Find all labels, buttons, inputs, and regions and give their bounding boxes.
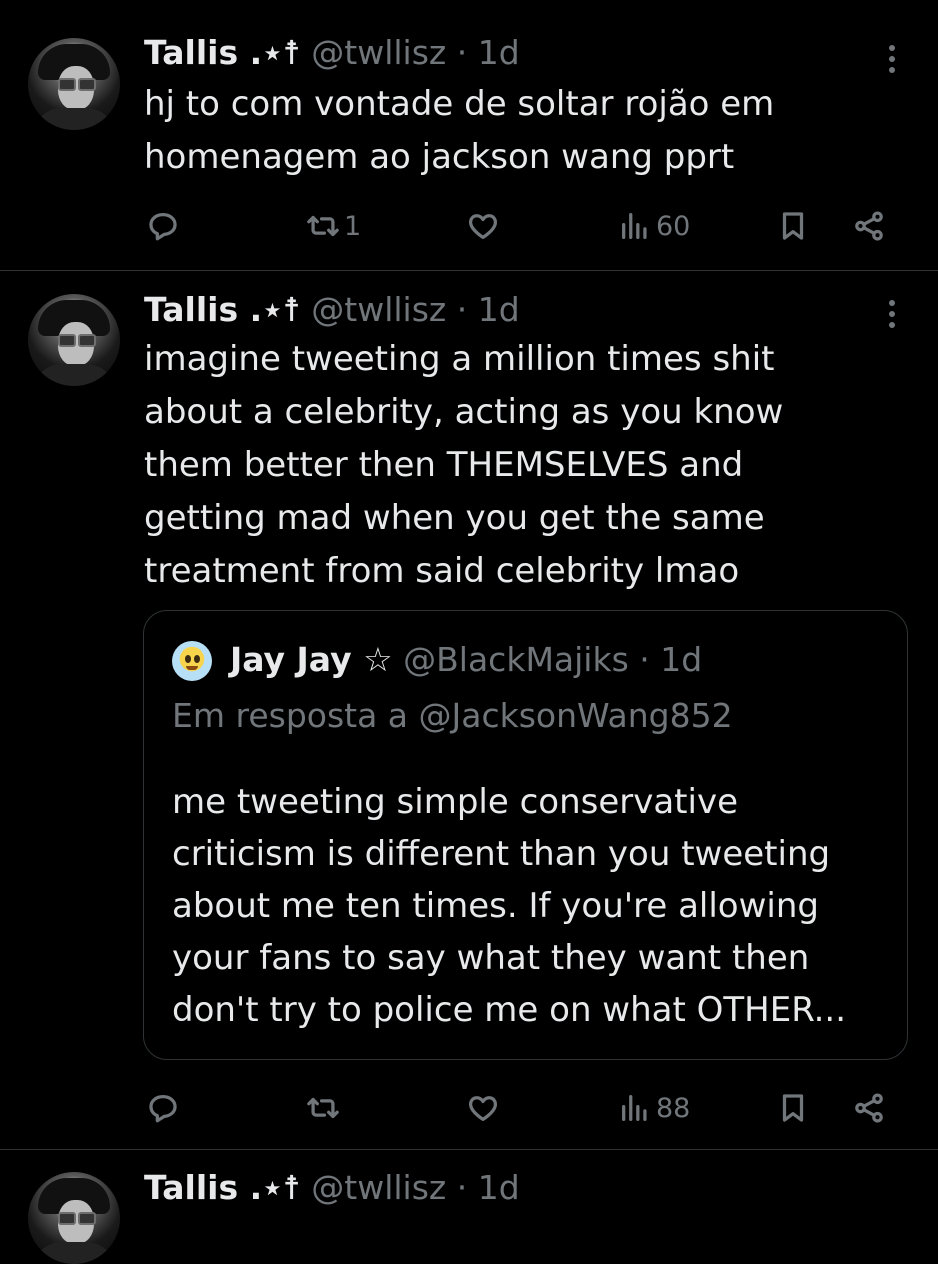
tweet-text-line: homenagem ao jackson wang pprt	[144, 137, 735, 177]
reply-icon	[149, 213, 177, 241]
reply-button[interactable]	[146, 1088, 180, 1128]
views-button[interactable]: 88	[618, 1088, 690, 1128]
quoted-tweet[interactable]: Jay Jay ☆ @BlackMajiks · 1d Em resposta …	[143, 610, 908, 1060]
views-count: 60	[656, 210, 691, 242]
quoted-text: me tweeting simple conservative criticis…	[172, 776, 892, 1036]
more-icon[interactable]	[880, 43, 904, 73]
bookmark-icon	[782, 212, 804, 240]
reply-button[interactable]	[146, 206, 180, 246]
bookmark-button[interactable]	[776, 206, 810, 246]
avatar[interactable]	[28, 294, 120, 386]
views-button[interactable]: 60	[618, 206, 690, 246]
tweet-header: Tallis .⋆☨ @twllisz · 1d	[144, 290, 520, 330]
tweet-header: Tallis .⋆☨ @twllisz · 1d	[144, 33, 520, 73]
quoted-text-line: criticism is different than you tweeting	[172, 834, 831, 874]
tweet-text: imagine tweeting a million times shit ab…	[144, 333, 884, 598]
action-bar: 1 60	[0, 206, 938, 246]
retweet-button[interactable]: 1	[306, 206, 361, 246]
avatar[interactable]	[28, 38, 120, 130]
retweet-count: 1	[344, 210, 362, 242]
share-icon	[855, 1093, 883, 1123]
avatar[interactable]	[28, 1172, 120, 1264]
retweet-button[interactable]	[306, 1088, 344, 1128]
timestamp[interactable]: 1d	[478, 1168, 520, 1207]
user-handle[interactable]: @twllisz	[311, 1168, 446, 1207]
like-button[interactable]	[466, 206, 500, 246]
tweet-header: Tallis .⋆☨ @twllisz · 1d	[144, 1168, 520, 1208]
bookmark-button[interactable]	[776, 1088, 810, 1128]
quoted-avatar	[172, 641, 212, 681]
retweet-icon	[307, 215, 339, 237]
quoted-text-line: don't try to police me on what OTHER...	[172, 990, 847, 1030]
quoted-text-line: me tweeting simple conservative	[172, 782, 738, 822]
tweet-text-line: about a celebrity, acting as you know	[144, 392, 784, 432]
tweet-text-line: getting mad when you get the same	[144, 498, 765, 538]
heart-icon	[468, 214, 498, 239]
views-count: 88	[656, 1092, 691, 1124]
separator: ·	[639, 640, 650, 679]
heart-icon	[468, 1096, 498, 1121]
tweet-text-line: them better then THEMSELVES and	[144, 445, 744, 485]
separator: ·	[456, 1168, 468, 1207]
retweet-icon	[307, 1097, 339, 1119]
quoted-text-line: about me ten times. If you're allowing	[172, 886, 819, 926]
action-bar: 88	[0, 1088, 938, 1128]
tweet[interactable]: Tallis .⋆☨ @twllisz · 1d hj to com vonta…	[0, 0, 938, 270]
bookmark-icon	[782, 1094, 804, 1122]
tweet-text-line: imagine tweeting a million times shit	[144, 339, 775, 379]
quoted-text-line: your fans to say what they want then	[172, 938, 810, 978]
separator: ·	[456, 33, 468, 72]
quoted-display-name: Jay Jay ☆	[230, 640, 393, 679]
quoted-handle: @BlackMajiks	[403, 640, 629, 679]
tweet-text-line: treatment from said celebrity lmao	[144, 551, 740, 591]
user-handle[interactable]: @twllisz	[311, 290, 446, 329]
timestamp[interactable]: 1d	[478, 33, 520, 72]
timestamp[interactable]: 1d	[478, 290, 520, 329]
reply-icon	[149, 1095, 177, 1123]
tweet-text-line: hj to com vontade de soltar rojão em	[144, 84, 775, 124]
like-button[interactable]	[466, 1088, 500, 1128]
share-button[interactable]	[852, 1088, 886, 1128]
views-icon	[622, 213, 647, 239]
separator: ·	[456, 290, 468, 329]
reply-context: Em resposta a @JacksonWang852	[172, 696, 733, 735]
more-icon[interactable]	[880, 298, 904, 328]
display-name[interactable]: Tallis .⋆☨	[144, 33, 301, 72]
views-icon	[622, 1095, 647, 1121]
display-name[interactable]: Tallis .⋆☨	[144, 1168, 301, 1207]
share-icon	[855, 211, 883, 241]
tweet-divider	[0, 1149, 938, 1150]
quoted-timestamp: 1d	[660, 640, 703, 679]
user-handle[interactable]: @twllisz	[311, 33, 446, 72]
tweet-text: hj to com vontade de soltar rojão em hom…	[144, 78, 884, 184]
display-name[interactable]: Tallis .⋆☨	[144, 290, 301, 329]
share-button[interactable]	[852, 206, 886, 246]
quoted-header: Jay Jay ☆ @BlackMajiks · 1d	[230, 639, 702, 681]
